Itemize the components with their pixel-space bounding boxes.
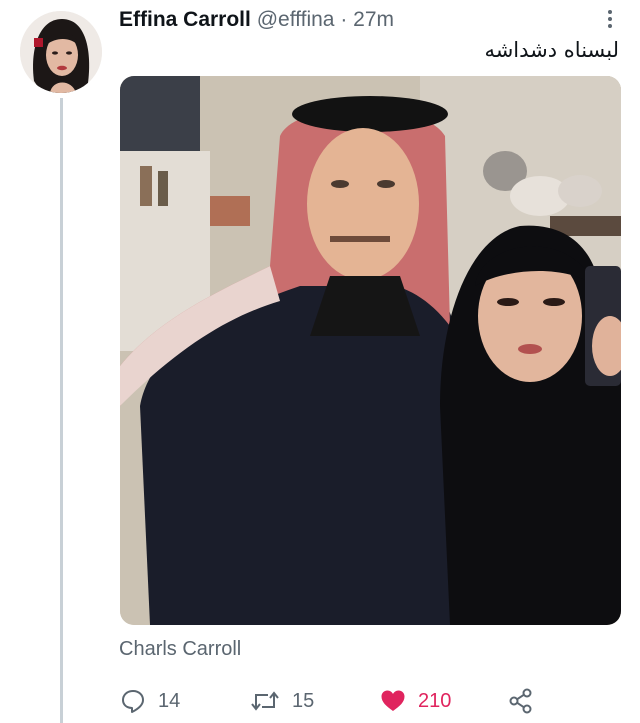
thread-line: [60, 98, 63, 723]
reply-button[interactable]: 14: [120, 684, 180, 718]
like-button[interactable]: 210: [380, 684, 451, 718]
retweet-count: 15: [292, 689, 315, 712]
share-button[interactable]: [508, 684, 534, 718]
tweet-header: Effina Carroll @efffina · 27m: [119, 8, 394, 32]
like-count: 210: [418, 689, 452, 712]
photo-caption: Charls Carroll: [119, 638, 242, 660]
retweet-button[interactable]: 15: [250, 684, 314, 718]
retweet-icon: [251, 691, 279, 711]
separator-dot: ·: [340, 8, 348, 31]
more-vertical-icon[interactable]: [598, 7, 622, 33]
reply-icon: [122, 690, 144, 713]
user-handle[interactable]: @efffina: [257, 8, 335, 31]
display-name[interactable]: Effina Carroll: [119, 8, 251, 31]
avatar-image: [20, 11, 102, 93]
heart-icon: [381, 690, 405, 711]
avatar[interactable]: [20, 11, 102, 93]
tweet-text: لبسناه دشداشه: [484, 38, 619, 62]
share-icon: [509, 688, 532, 714]
timestamp[interactable]: 27m: [353, 8, 394, 31]
tweet-photo[interactable]: [120, 76, 621, 625]
reply-count: 14: [158, 689, 181, 712]
